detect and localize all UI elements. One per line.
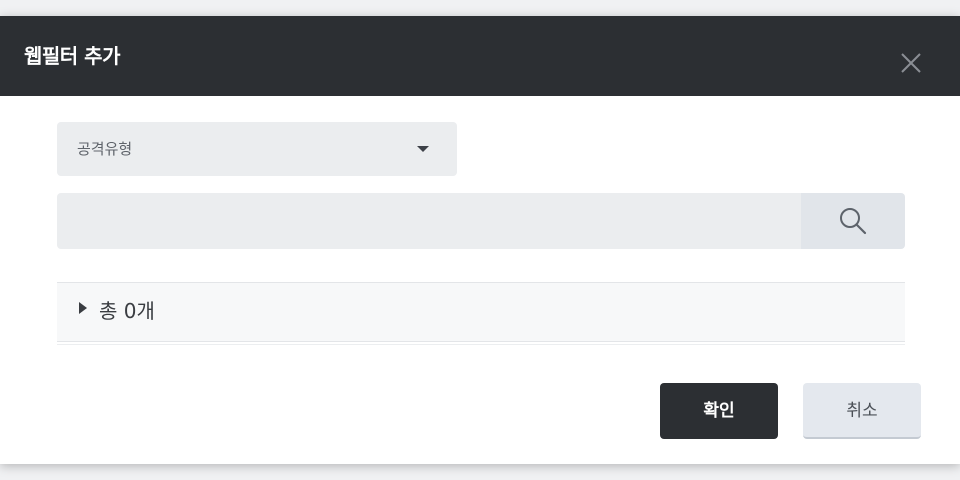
dialog-header: 웹필터 추가 [0, 16, 960, 96]
caret-right-icon[interactable] [79, 302, 87, 314]
search-icon [840, 208, 867, 235]
result-list-panel: 총 0개 [57, 282, 905, 342]
close-button[interactable] [896, 48, 926, 78]
divider [57, 344, 905, 345]
add-webfilter-dialog: 웹필터 추가 공격유형 총 0개 확인 취소 [0, 16, 960, 464]
cancel-button[interactable]: 취소 [803, 383, 921, 439]
confirm-button[interactable]: 확인 [660, 383, 778, 439]
caret-down-icon [417, 146, 429, 152]
close-icon [901, 53, 921, 73]
attack-type-selected-value: 공격유형 [77, 140, 133, 158]
search-input[interactable] [57, 193, 801, 249]
dialog-title: 웹필터 추가 [24, 44, 120, 68]
total-count-label: 총 0개 [99, 299, 155, 323]
search-button[interactable] [801, 193, 905, 249]
attack-type-select[interactable]: 공격유형 [57, 122, 457, 176]
